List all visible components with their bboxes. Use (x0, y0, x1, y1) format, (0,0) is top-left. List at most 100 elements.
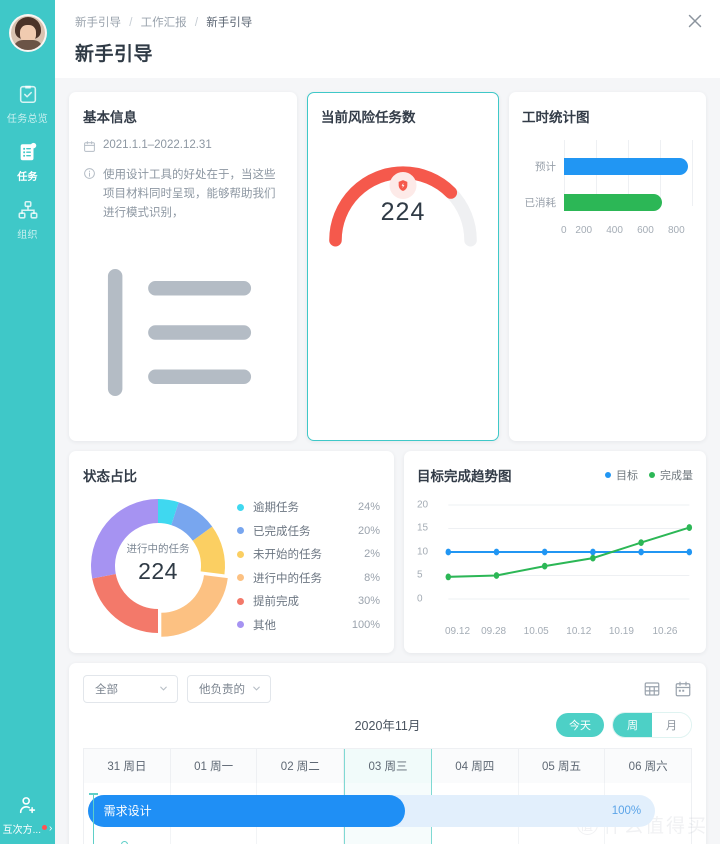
chevron-down-icon (160, 686, 167, 692)
data-point[interactable] (686, 524, 693, 531)
data-point[interactable] (541, 548, 548, 556)
legend-item[interactable]: 进行中的任务 8% (237, 570, 380, 586)
bar-estimated (564, 157, 689, 175)
date-range-line: 2021.1.1–2022.12.31 (83, 139, 283, 153)
data-point[interactable] (445, 573, 452, 581)
breadcrumb-separator: / (194, 17, 199, 29)
gantt-task-row: 新媒体矩阵 46% (84, 839, 691, 844)
x-tick: 10.19 (608, 625, 634, 637)
legend-label: 目标 (616, 469, 638, 482)
data-point[interactable] (445, 548, 452, 556)
gantt-column-header[interactable]: 05 周五 (518, 748, 606, 783)
legend-item-target[interactable]: 目标 (605, 467, 638, 483)
legend-dot (649, 471, 655, 478)
filter-scope-value: 全部 (95, 683, 118, 696)
legend-label: 提前完成 (253, 596, 299, 609)
legend-item[interactable]: 已完成任务 20% (237, 523, 380, 539)
x-tick: 400 (606, 225, 623, 236)
legend-item[interactable]: 逾期任务 24% (237, 499, 380, 515)
progress-row: 进行中 899/83291 (83, 236, 283, 429)
gantt-task-name: 需求设计 (103, 804, 152, 819)
data-point[interactable] (493, 572, 500, 579)
legend-value: 24% (357, 501, 380, 514)
summary-cards-row: 基本信息 2021.1.1–2022.12.31 使用设计工具的好处在于，当这些… (69, 92, 706, 441)
bar-row: 已消耗 (522, 189, 693, 215)
sidebar-item-task[interactable]: 任务 (0, 132, 55, 190)
donut-center-label: 进行中的任务 (126, 542, 190, 555)
range-option-month[interactable]: 月 (652, 712, 691, 737)
gantt-column-header[interactable]: 31 周日 (84, 748, 171, 783)
bar-label: 已消耗 (524, 196, 557, 209)
gantt-column-header[interactable]: 03 周三 (344, 748, 432, 783)
gantt-task-row: 需求设计 100% (84, 789, 691, 839)
legend-item[interactable]: 其他 100% (237, 617, 380, 633)
gantt-column-header[interactable]: 01 周一 (170, 748, 258, 783)
legend-label: 已完成任务 (253, 525, 311, 538)
org-chart-icon (18, 200, 37, 219)
gantt-column-header[interactable]: 04 周四 (431, 748, 519, 783)
sidebar-item-org[interactable]: 组织 (0, 190, 55, 248)
legend-item[interactable]: 未开始的任务 2% (237, 546, 380, 562)
today-button[interactable]: 今天 (556, 712, 604, 737)
gantt-bar[interactable]: 需求设计 100% (87, 794, 656, 827)
data-point[interactable] (493, 548, 500, 556)
legend-label: 逾期任务 (253, 502, 299, 515)
filter-scope-select[interactable]: 全部 (83, 674, 178, 703)
work-hours-card: 工时统计图 预计 已消耗 0 200 400 600 800 (509, 92, 706, 441)
bar-label: 预计 (535, 160, 556, 173)
gantt-column-header[interactable]: 06 周六 (605, 748, 692, 783)
legend-item[interactable]: 提前完成 30% (237, 593, 380, 609)
note-text: 使用设计工具的好处在于，当这些项目材料同时呈现，能够帮助我们进行模式识别， (103, 169, 276, 219)
calendar-view-icon[interactable] (674, 680, 692, 698)
x-tick: 800 (667, 225, 685, 236)
status-card: 状态占比 进行中的任务 224 逾期任务 24% 已完成任务 20% 未开始的任务 2% 进… (69, 450, 394, 653)
legend-dot (237, 597, 244, 605)
sidebar-item-task-overview[interactable]: 任务总览 (0, 74, 55, 132)
y-tick: 0 (417, 593, 423, 605)
clipboard-check-icon (19, 85, 36, 104)
legend-item-completed[interactable]: 完成量 (649, 467, 693, 483)
top-bar: 新手引导 / 工作汇报 / 新手引导 新手引导 (55, 0, 720, 78)
add-user-icon[interactable] (17, 794, 39, 816)
range-option-week[interactable]: 周 (613, 712, 652, 737)
x-tick: 09.28 (481, 625, 507, 637)
data-point[interactable] (590, 554, 596, 562)
gantt-column-header[interactable]: 02 周二 (257, 748, 345, 783)
data-point[interactable] (638, 539, 644, 546)
charts-row: 状态占比 进行中的任务 224 逾期任务 24% 已完成任务 20% 未开始的任务 2% 进… (69, 450, 706, 653)
sidebar: 任务总览 任务 组织 互次方... › (0, 0, 55, 844)
breadcrumb: 新手引导 / 工作汇报 / 新手引导 (75, 14, 700, 30)
data-point[interactable] (686, 548, 693, 556)
legend-dot (237, 621, 244, 629)
close-icon[interactable] (684, 10, 706, 32)
trend-header: 目标完成趋势图 目标 完成量 (417, 465, 693, 485)
sidebar-org-switcher[interactable]: 互次方... › (3, 821, 53, 836)
data-point[interactable] (590, 548, 596, 556)
filter-owner-value: 他负责的 (199, 683, 245, 696)
card-title: 当前风险任务数 (321, 110, 416, 125)
data-point[interactable] (638, 548, 644, 556)
breadcrumb-item-1[interactable]: 新手引导 (75, 17, 121, 29)
date-range-text: 2021.1.1–2022.12.31 (103, 139, 212, 151)
content: 基本信息 2021.1.1–2022.12.31 使用设计工具的好处在于，当这些… (55, 78, 720, 844)
gantt-toolbar: 全部 他负责的 (83, 674, 692, 703)
filter-owner-select[interactable]: 他负责的 (187, 674, 271, 703)
legend-dot (237, 550, 244, 558)
data-point[interactable] (541, 562, 548, 570)
legend-dot (237, 527, 244, 535)
x-tick: 10.05 (523, 625, 549, 637)
trend-card: 目标完成趋势图 目标 完成量 0 5 10 15 20 09.12 09.28 … (404, 450, 706, 653)
calendar-icon (84, 141, 95, 152)
risk-card: 当前风险任务数 224 (307, 92, 499, 441)
y-tick: 5 (417, 569, 423, 581)
trend-chart: 0 5 10 15 20 (417, 495, 693, 623)
table-view-icon[interactable] (643, 680, 661, 698)
card-title: 状态占比 (83, 468, 137, 484)
breadcrumb-item-2[interactable]: 工作汇报 (141, 17, 187, 29)
avatar[interactable] (8, 14, 47, 52)
legend-value: 8% (364, 571, 380, 584)
donut-section: 进行中的任务 224 逾期任务 24% 已完成任务 20% 未开始的任务 2% 进行中的任务… (83, 491, 380, 641)
card-title: 工时统计图 (522, 110, 590, 125)
gantt-task-percent: 100% (611, 804, 642, 817)
x-tick: 09.12 (445, 625, 471, 637)
